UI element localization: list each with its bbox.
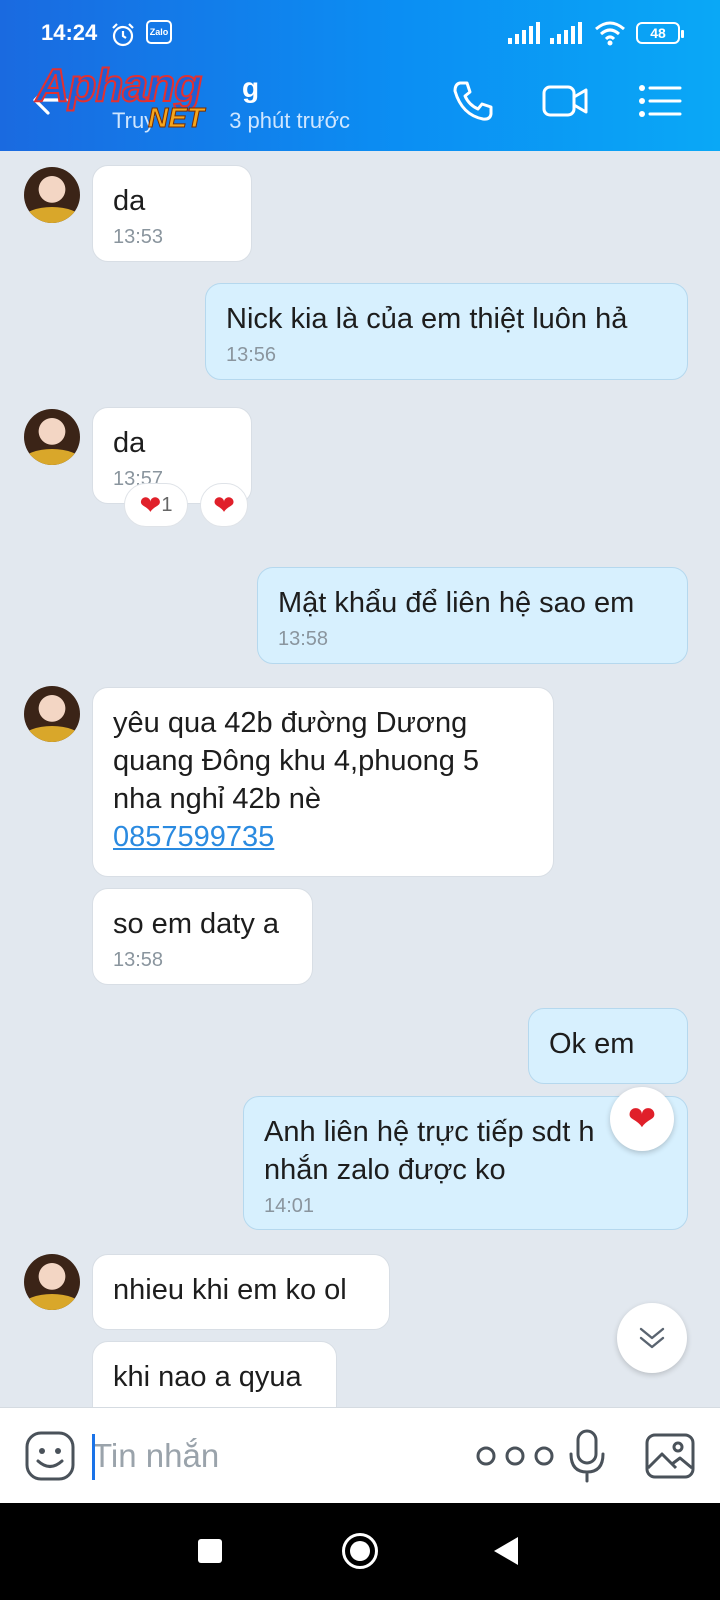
signal-icon (550, 22, 582, 44)
status-time: 14:24 (41, 20, 98, 45)
wifi-icon (595, 21, 625, 46)
more-dots-icon[interactable] (474, 1438, 556, 1474)
message-bubble[interactable]: so em daty a 13:58 (92, 888, 313, 985)
menu-list-icon[interactable] (636, 78, 682, 124)
message-time: 13:58 (113, 949, 164, 971)
message-bubble[interactable]: yêu qua 42b đường Dương quang Đông khu 4… (92, 687, 554, 877)
message-text: Mật khẩu để liên hệ sao em (278, 587, 635, 619)
message-bubble[interactable]: khi nao a qyua (92, 1341, 337, 1407)
message-text: da (113, 185, 146, 217)
scroll-to-bottom-button[interactable] (617, 1303, 687, 1373)
status-bar: 14:24 Zalo 48 (0, 0, 720, 56)
microphone-icon[interactable] (566, 1428, 608, 1484)
message-time: 13:53 (113, 226, 164, 248)
message-bubble[interactable]: Nick kia là của em thiệt luôn hả 13:56 (205, 283, 688, 380)
message-list[interactable]: da 13:53 Nick kia là của em thiệt luôn h… (0, 151, 720, 1407)
message-text: nha nghỉ 42b nè (113, 783, 322, 815)
back-arrow-icon[interactable] (30, 80, 70, 120)
message-text: nhieu khi em ko ol (113, 1274, 347, 1306)
chevron-double-down-icon (639, 1327, 665, 1349)
message-text: khi nao a qyua (113, 1361, 302, 1393)
message-time: 13:58 (278, 628, 329, 650)
chat-header: 14:24 Zalo 48 g Truy 3 phút trước Aphang… (0, 0, 720, 151)
last-seen-status: Truy 3 phút trước (112, 108, 351, 133)
avatar[interactable] (24, 409, 80, 465)
avatar[interactable] (24, 686, 80, 742)
message-text: quang Đông khu 4,phuong 5 (113, 745, 480, 777)
react-heart-button[interactable]: ❤ (610, 1087, 674, 1151)
alarm-icon (112, 23, 134, 47)
message-text: Nick kia là của em thiệt luôn hả (226, 303, 628, 335)
message-text: yêu qua 42b đường Dương (113, 707, 468, 739)
back-button[interactable] (494, 1537, 518, 1565)
heart-icon: ❤ (213, 490, 235, 520)
avatar[interactable] (24, 1254, 80, 1310)
message-time: 13:56 (226, 344, 277, 366)
message-bubble[interactable]: Ok em (528, 1008, 688, 1084)
message-bubble[interactable]: da 13:53 (92, 165, 252, 262)
system-navigation-bar (0, 1503, 720, 1600)
video-call-icon[interactable] (542, 78, 588, 124)
phone-link[interactable]: 0857599735 (113, 818, 533, 856)
phone-icon[interactable] (450, 78, 496, 124)
heart-icon: ❤ (139, 490, 162, 520)
message-text: Anh liên hệ trực tiếp sdt h (264, 1116, 595, 1148)
message-bubble[interactable]: Mật khẩu để liên hệ sao em 13:58 (257, 567, 688, 664)
home-button[interactable] (342, 1533, 378, 1569)
message-text: Ok em (549, 1028, 635, 1060)
recent-apps-button[interactable] (198, 1539, 222, 1563)
image-icon[interactable] (644, 1430, 696, 1482)
message-time: 14:01 (264, 1195, 315, 1217)
message-bubble[interactable]: nhieu khi em ko ol (92, 1254, 390, 1330)
text-cursor (92, 1434, 95, 1480)
battery-icon: 48 (636, 22, 684, 44)
contact-name[interactable]: g (112, 72, 259, 104)
zalo-notification-icon: Zalo (146, 20, 172, 44)
message-composer (0, 1407, 720, 1503)
message-text: nhắn zalo được ko (264, 1154, 506, 1186)
reaction-count[interactable]: ❤ 1 (124, 483, 188, 527)
avatar[interactable] (24, 167, 80, 223)
signal-icon (508, 22, 540, 44)
react-heart-button[interactable]: ❤ (200, 483, 248, 527)
emoji-icon[interactable] (24, 1430, 76, 1482)
status-indicators: 48 (490, 18, 720, 48)
message-input[interactable] (92, 1432, 452, 1480)
heart-icon: ❤ (627, 1100, 657, 1138)
message-text: so em daty a (113, 908, 280, 940)
message-text: da (113, 427, 146, 459)
